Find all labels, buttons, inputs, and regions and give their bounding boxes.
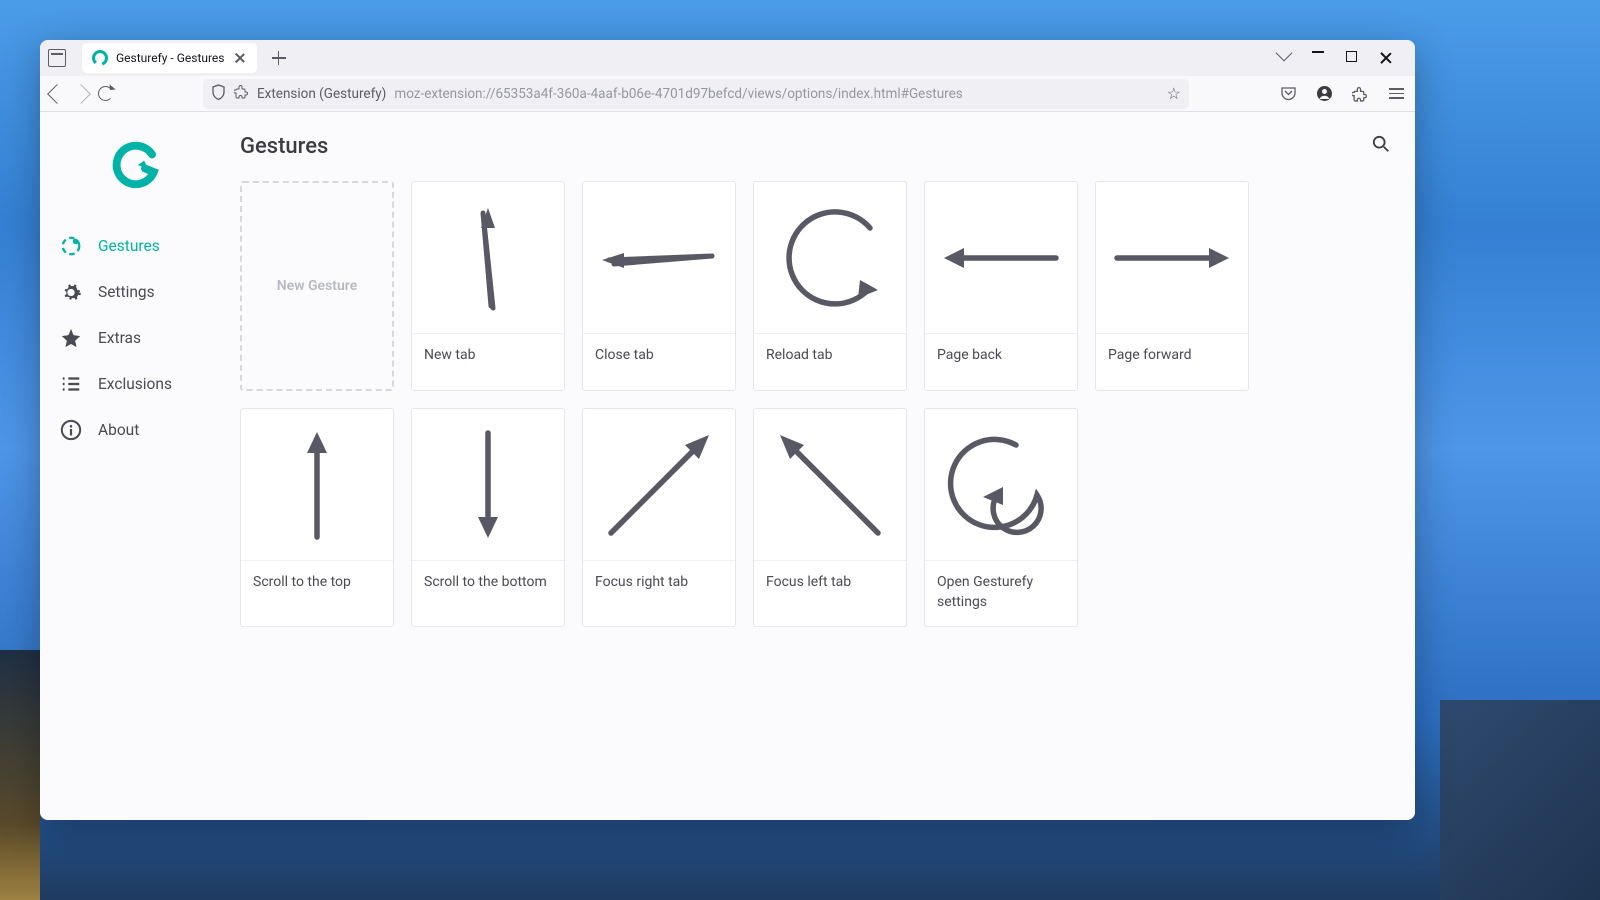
sidebar-item-about[interactable]: About [60,407,215,453]
gesture-card-focus-left[interactable]: Focus left tab [753,408,907,627]
sidebar-item-label: Extras [98,329,141,347]
info-icon [60,419,82,441]
search-icon[interactable] [1372,135,1390,158]
gesture-card-page-back[interactable]: Page back [924,181,1078,391]
main-panel: Gestures New Gesture New tab [215,112,1415,820]
gesture-shape-icon [412,182,564,334]
overflow-chevron-icon[interactable] [1276,45,1293,62]
sidebar-item-label: About [98,421,139,439]
pocket-icon[interactable] [1279,85,1297,103]
page-content: Gestures Settings Extras Exclusions Abou… [40,112,1415,820]
sidebar-item-settings[interactable]: Settings [60,269,215,315]
gesture-shape-icon [583,409,735,561]
account-icon[interactable] [1315,85,1333,103]
gesture-shape-icon [583,182,735,334]
plus-icon [272,51,286,65]
address-bar[interactable]: Extension (Gesturefy) moz-extension://65… [203,79,1189,109]
toolbar-right [1279,85,1405,103]
sidebar-item-extras[interactable]: Extras [60,315,215,361]
close-window-icon[interactable] [1379,51,1393,65]
extensions-icon[interactable] [1351,85,1369,103]
gesture-label: Focus right tab [583,561,735,619]
gesture-card-page-forward[interactable]: Page forward [1095,181,1249,391]
browser-window: Gesturefy - Gestures Extension (Gesturef… [40,40,1415,820]
gesture-card-scroll-top[interactable]: Scroll to the top [240,408,394,627]
gesture-shape-icon [754,182,906,334]
maximize-icon[interactable] [1346,51,1357,62]
shield-icon [211,84,226,104]
gesture-label: Open Gesturefy settings [925,561,1077,626]
gesture-card-close-tab[interactable]: Close tab [582,181,736,391]
page-header: Gestures [240,134,1390,159]
gesture-shape-icon [925,409,1077,561]
menu-icon[interactable] [1387,85,1405,103]
gesture-card-focus-right[interactable]: Focus right tab [582,408,736,627]
gesturefy-favicon-icon [92,50,108,66]
sidebar: Gestures Settings Extras Exclusions Abou… [40,112,215,820]
minimize-icon[interactable] [1312,51,1324,53]
page-title: Gestures [240,134,328,159]
gesture-card-open-settings[interactable]: Open Gesturefy settings [924,408,1078,627]
gear-icon [60,281,82,303]
gesture-shape-icon [754,409,906,561]
window-controls [1278,51,1407,65]
gesture-shape-icon [1096,182,1248,334]
close-tab-icon[interactable] [233,51,247,65]
url-extension-label: Extension (Gesturefy) [257,86,386,102]
gesture-label: Focus left tab [754,561,906,619]
back-icon[interactable] [47,84,67,104]
recent-pages-icon[interactable] [48,49,66,67]
reload-icon[interactable] [98,86,113,101]
bookmark-star-icon[interactable]: ☆ [1167,84,1181,103]
list-icon [60,373,82,395]
gesture-shape-icon [412,409,564,561]
extension-icon [234,84,249,103]
tab-bar: Gesturefy - Gestures [40,40,1415,76]
tab-title: Gesturefy - Gestures [116,51,225,65]
forward-icon [71,84,91,104]
gesture-label: Page forward [1096,334,1248,380]
gesture-shape-icon [925,182,1077,334]
gesture-label: Close tab [583,334,735,380]
sidebar-item-exclusions[interactable]: Exclusions [60,361,215,407]
gesture-label: Scroll to the top [241,561,393,607]
gesture-card-reload-tab[interactable]: Reload tab [753,181,907,391]
gesture-label: New tab [412,334,564,380]
gesture-label: Reload tab [754,334,906,380]
sidebar-item-gestures[interactable]: Gestures [60,223,215,269]
gesture-card-scroll-bottom[interactable]: Scroll to the bottom [411,408,565,627]
gesture-label: Scroll to the bottom [412,561,564,619]
sidebar-item-label: Exclusions [98,375,172,393]
star-icon [60,327,82,349]
gesture-shape-icon [241,409,393,561]
gesture-label: Page back [925,334,1077,380]
new-gesture-label: New Gesture [277,278,358,294]
new-tab-button[interactable] [267,46,291,70]
gesturefy-logo-icon [110,137,166,193]
sidebar-item-label: Gestures [98,237,160,255]
browser-tab[interactable]: Gesturefy - Gestures [82,43,257,73]
gesture-card-new-tab[interactable]: New tab [411,181,565,391]
sidebar-item-label: Settings [98,283,155,301]
new-gesture-card[interactable]: New Gesture [240,181,394,391]
url-path: moz-extension://65353a4f-360a-4aaf-b06e-… [394,86,962,102]
gesture-grid: New Gesture New tab Close tab [240,181,1390,627]
gestures-icon [60,235,82,257]
nav-toolbar: Extension (Gesturefy) moz-extension://65… [40,76,1415,112]
